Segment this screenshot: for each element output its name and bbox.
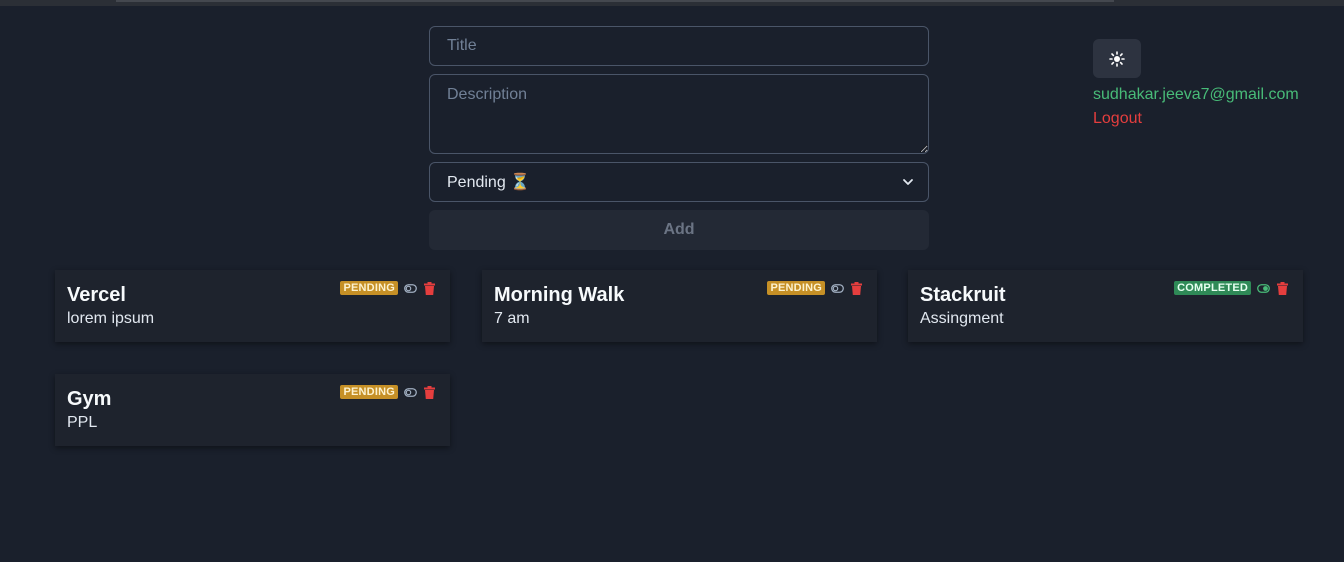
- todo-actions: PENDING: [340, 385, 436, 399]
- trash-icon[interactable]: [422, 281, 436, 295]
- status-badge: PENDING: [340, 281, 398, 295]
- toggle-off-icon[interactable]: [403, 281, 417, 295]
- todo-card: Morning Walk 7 am PENDING: [482, 270, 877, 342]
- add-todo-form: Pending ⏳ Add: [429, 26, 929, 250]
- trash-icon[interactable]: [849, 281, 863, 295]
- todo-description: Assingment: [920, 310, 1004, 327]
- todo-actions: PENDING: [767, 281, 863, 295]
- todo-title: Vercel: [67, 284, 126, 306]
- description-input[interactable]: [429, 74, 929, 154]
- trash-icon[interactable]: [422, 385, 436, 399]
- toggle-on-icon[interactable]: [1256, 281, 1270, 295]
- theme-toggle-button[interactable]: [1093, 39, 1141, 78]
- todo-description: 7 am: [494, 310, 530, 327]
- logout-link[interactable]: Logout: [1093, 107, 1299, 131]
- todo-description: PPL: [67, 414, 98, 431]
- sun-icon: [1109, 50, 1125, 67]
- trash-icon[interactable]: [1275, 281, 1289, 295]
- user-panel: sudhakar.jeeva7@gmail.com Logout: [1093, 39, 1299, 131]
- todo-title: Stackruit: [920, 284, 1006, 306]
- status-badge: PENDING: [340, 385, 398, 399]
- todo-card: Vercel lorem ipsum PENDING: [55, 270, 450, 342]
- status-select[interactable]: Pending ⏳: [429, 162, 929, 202]
- user-email: sudhakar.jeeva7@gmail.com: [1093, 86, 1299, 103]
- todo-actions: COMPLETED: [1174, 281, 1289, 295]
- todo-card: Gym PPL PENDING: [55, 374, 450, 446]
- browser-scroll-strip: [0, 0, 1344, 6]
- todo-actions: PENDING: [340, 281, 436, 295]
- toggle-off-icon[interactable]: [403, 385, 417, 399]
- chevron-down-icon: [903, 179, 913, 185]
- status-badge: PENDING: [767, 281, 825, 295]
- todo-title: Morning Walk: [494, 284, 625, 306]
- add-button[interactable]: Add: [429, 210, 929, 250]
- horizontal-scrollbar[interactable]: [116, 0, 1114, 2]
- toggle-off-icon[interactable]: [830, 281, 844, 295]
- todo-title: Gym: [67, 388, 112, 410]
- status-select-value: Pending ⏳: [447, 174, 531, 191]
- todo-card: Stackruit Assingment COMPLETED: [908, 270, 1303, 342]
- todo-description: lorem ipsum: [67, 310, 155, 327]
- status-badge: COMPLETED: [1174, 281, 1251, 295]
- title-input[interactable]: [429, 26, 929, 66]
